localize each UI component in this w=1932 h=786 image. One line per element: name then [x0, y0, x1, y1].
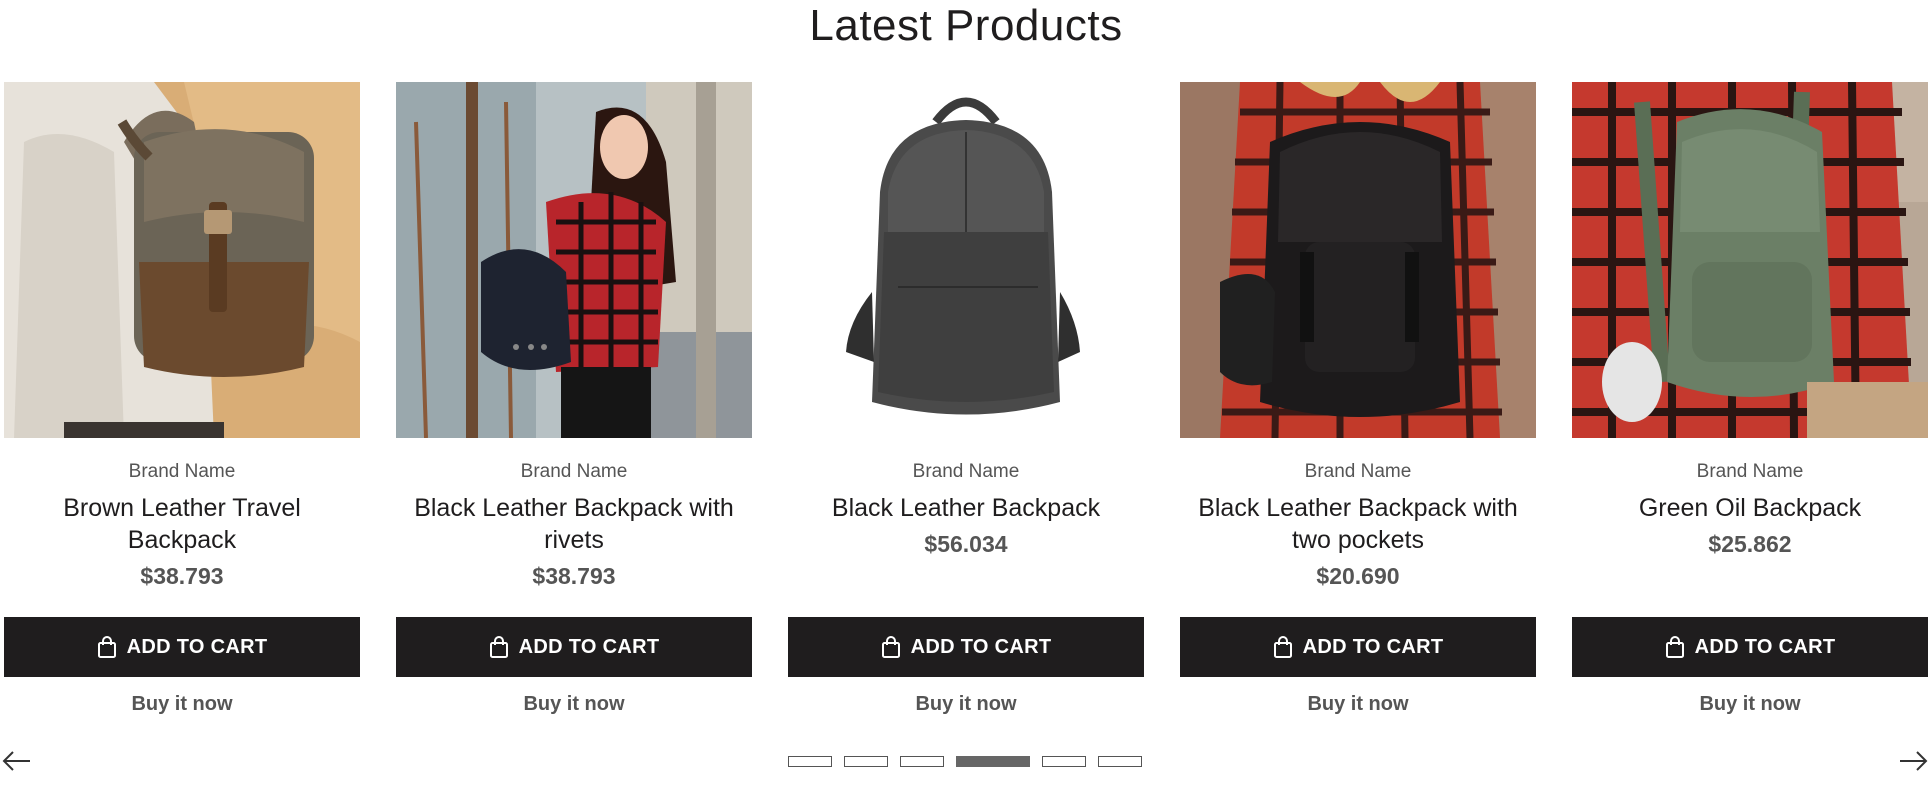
product-image[interactable] — [4, 82, 360, 438]
product-price: $25.862 — [1708, 531, 1792, 557]
brand-name: Brand Name — [128, 461, 236, 482]
add-to-cart-label: ADD TO CART — [1694, 635, 1836, 658]
brand-name: Brand Name — [1696, 461, 1804, 482]
product-card: Brand Name Black Leather Backpack $56.03… — [788, 82, 1144, 715]
buy-it-now-link[interactable]: Buy it now — [1572, 687, 1928, 721]
shopping-bag-icon — [97, 636, 116, 658]
pagination-dot-active[interactable] — [956, 756, 1030, 767]
pagination-dot[interactable] — [1098, 756, 1142, 767]
product-card: Brand Name Brown Leather Travel Backpack… — [4, 82, 360, 715]
buy-it-now-link[interactable]: Buy it now — [4, 687, 360, 721]
product-title[interactable]: Green Oil Backpack — [1572, 492, 1928, 524]
product-price: $20.690 — [1316, 563, 1400, 589]
product-image[interactable] — [1572, 82, 1928, 438]
product-price: $56.034 — [924, 531, 1008, 557]
product-title[interactable]: Black Leather Backpack with rivets — [396, 492, 752, 556]
pagination-dot[interactable] — [844, 756, 888, 767]
pagination-dot[interactable] — [788, 756, 832, 767]
add-to-cart-label: ADD TO CART — [1302, 635, 1444, 658]
add-to-cart-label: ADD TO CART — [910, 635, 1052, 658]
buy-it-now-link[interactable]: Buy it now — [788, 687, 1144, 721]
add-to-cart-button[interactable]: ADD TO CART — [788, 617, 1144, 677]
add-to-cart-button[interactable]: ADD TO CART — [1180, 617, 1536, 677]
carousel-next-button[interactable] — [1896, 746, 1930, 776]
shopping-bag-icon — [489, 636, 508, 658]
add-to-cart-label: ADD TO CART — [518, 635, 660, 658]
add-to-cart-label: ADD TO CART — [126, 635, 268, 658]
buy-it-now-link[interactable]: Buy it now — [1180, 687, 1536, 721]
product-card: Brand Name Black Leather Backpack with r… — [396, 82, 752, 715]
shopping-bag-icon — [1273, 636, 1292, 658]
product-title[interactable]: Black Leather Backpack — [788, 492, 1144, 524]
product-price: $38.793 — [140, 563, 224, 589]
carousel-prev-button[interactable] — [0, 746, 34, 776]
product-price: $38.793 — [532, 563, 616, 589]
product-card: Brand Name Green Oil Backpack $25.862 AD… — [1572, 82, 1928, 715]
product-card: Brand Name Black Leather Backpack with t… — [1180, 82, 1536, 715]
product-image[interactable] — [1180, 82, 1536, 438]
add-to-cart-button[interactable]: ADD TO CART — [396, 617, 752, 677]
shopping-bag-icon — [1665, 636, 1684, 658]
add-to-cart-button[interactable]: ADD TO CART — [1572, 617, 1928, 677]
add-to-cart-button[interactable]: ADD TO CART — [4, 617, 360, 677]
arrow-left-icon — [2, 751, 30, 771]
section-title: Latest Products — [809, 1, 1123, 50]
product-title[interactable]: Brown Leather Travel Backpack — [4, 492, 360, 556]
brand-name: Brand Name — [520, 461, 628, 482]
product-carousel: Brand Name Brown Leather Travel Backpack… — [4, 82, 1932, 722]
product-title[interactable]: Black Leather Backpack with two pockets — [1180, 492, 1536, 556]
product-image[interactable] — [396, 82, 752, 438]
pagination-dot[interactable] — [1042, 756, 1086, 767]
latest-products-section: Latest Products Brand Name Brown Leather… — [0, 0, 1932, 786]
pagination-dot[interactable] — [900, 756, 944, 767]
brand-name: Brand Name — [912, 461, 1020, 482]
buy-it-now-link[interactable]: Buy it now — [396, 687, 752, 721]
shopping-bag-icon — [881, 636, 900, 658]
product-image[interactable] — [788, 82, 1144, 438]
arrow-right-icon — [1900, 751, 1928, 771]
brand-name: Brand Name — [1304, 461, 1412, 482]
